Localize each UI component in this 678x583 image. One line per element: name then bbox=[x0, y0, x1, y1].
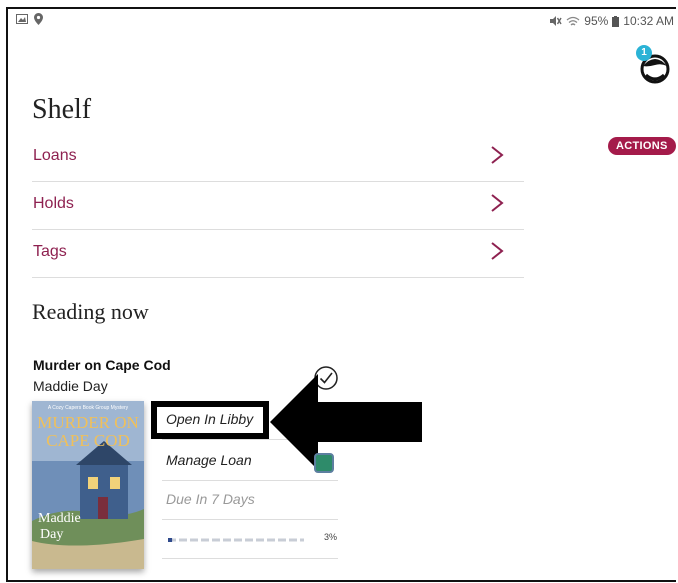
status-bar: 95% 10:32 AM bbox=[8, 9, 676, 31]
book-title[interactable]: Murder on Cape Cod bbox=[33, 357, 171, 373]
location-icon bbox=[34, 13, 43, 25]
nav-item-holds[interactable]: Holds bbox=[32, 181, 524, 230]
notification-badge: 1 bbox=[636, 45, 652, 61]
cover-author-line-2: Day bbox=[40, 527, 64, 542]
book-cover[interactable]: A Cozy Capers Book Group Mystery MURDER … bbox=[32, 401, 144, 569]
nav-item-tags[interactable]: Tags bbox=[32, 229, 524, 278]
nav-item-label: Loans bbox=[33, 147, 77, 164]
notification-count: 1 bbox=[641, 47, 647, 58]
app-screen: 95% 10:32 AM 1 Shelf ACTIONS Loans Holds… bbox=[6, 7, 676, 582]
reading-now-heading: Reading now bbox=[32, 299, 149, 324]
reading-progress-bar bbox=[168, 538, 304, 542]
cover-title-line-2: CAPE COD bbox=[46, 431, 130, 450]
battery-icon bbox=[612, 15, 620, 27]
image-icon bbox=[16, 14, 28, 24]
manage-loan-label: Manage Loan bbox=[166, 452, 252, 468]
nav-item-label: Holds bbox=[33, 195, 74, 212]
nav-item-label: Tags bbox=[33, 243, 67, 260]
tag-color-swatch[interactable] bbox=[314, 453, 334, 473]
nav-item-loans[interactable]: Loans bbox=[32, 133, 524, 182]
due-date-row: Due In 7 Days bbox=[162, 481, 338, 520]
profile-avatar-button[interactable]: 1 bbox=[636, 45, 672, 85]
actions-button[interactable]: ACTIONS bbox=[608, 137, 676, 155]
cover-author-line-1: Maddie bbox=[38, 511, 81, 526]
due-date-label: Due In 7 Days bbox=[166, 491, 255, 507]
chevron-right-icon bbox=[491, 146, 504, 164]
pointer-arrow bbox=[270, 374, 422, 470]
cover-series-text: A Cozy Capers Book Group Mystery bbox=[47, 405, 129, 411]
highlight-box bbox=[151, 401, 269, 439]
clock: 10:32 AM bbox=[623, 14, 674, 28]
book-author[interactable]: Maddie Day bbox=[33, 378, 108, 394]
battery-percent: 95% bbox=[584, 14, 609, 28]
page-title: Shelf bbox=[32, 94, 92, 125]
wifi-icon bbox=[566, 16, 580, 25]
mute-icon bbox=[550, 16, 562, 26]
cover-title-line-1: MURDER ON bbox=[37, 413, 139, 432]
chevron-right-icon bbox=[491, 242, 504, 260]
chevron-right-icon bbox=[491, 194, 504, 212]
progress-percent: 3% bbox=[324, 532, 338, 542]
